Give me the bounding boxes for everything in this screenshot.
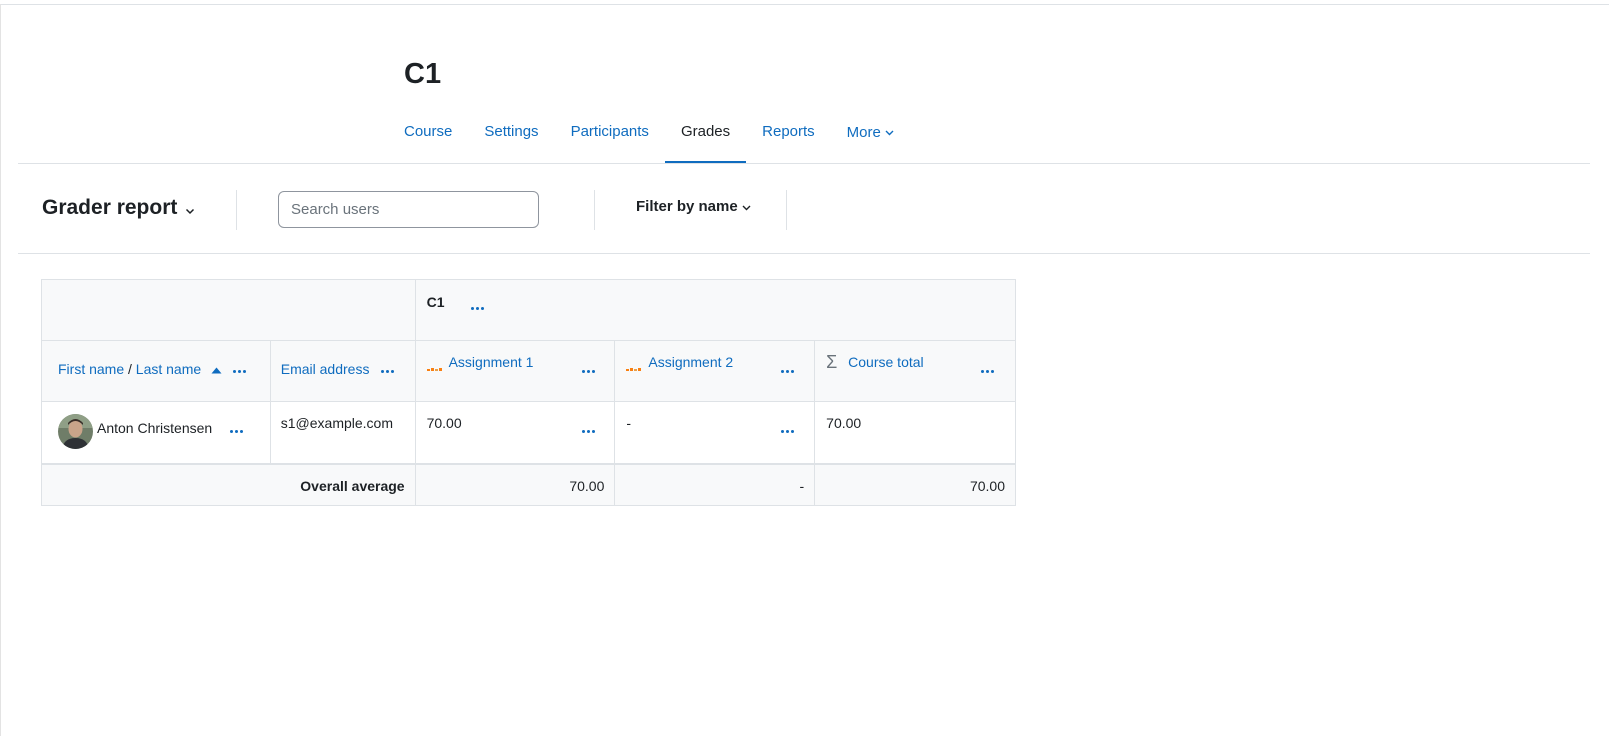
email-header-cell: Email address <box>269 340 416 402</box>
email-column-actions-menu[interactable] <box>380 370 394 373</box>
page-title: C1 <box>404 58 442 90</box>
assignment2-link[interactable]: Assignment 2 <box>648 354 733 370</box>
assignment1-actions-menu[interactable] <box>581 370 595 373</box>
name-column-actions-menu[interactable] <box>233 370 246 373</box>
grade-actions-menu[interactable] <box>581 430 595 433</box>
tertiary-navigation: Grader report Filter by name <box>42 188 1590 248</box>
secondary-navigation: Course Settings Participants Grades Repo… <box>388 114 910 164</box>
assignment2-actions-menu[interactable] <box>781 370 795 373</box>
assignment2-header-cell: Assignment 2 <box>614 340 816 402</box>
sort-last-name-link[interactable]: Last name <box>136 361 201 377</box>
tab-settings[interactable]: Settings <box>468 114 554 164</box>
overall-average-label: Overall average <box>300 477 405 494</box>
email-column-link[interactable]: Email address <box>281 361 370 377</box>
overall-average-row: Overall average 70.00 - 70.00 <box>41 462 1016 506</box>
empty-header-cell <box>41 279 416 341</box>
category-header-cell: C1 <box>414 279 1017 341</box>
overall-average-label-cell: Overall average <box>41 462 416 506</box>
column-header-row: First name / Last name Email address Ass… <box>41 340 1016 402</box>
grade-value: 70.00 <box>426 415 462 431</box>
table-row: Anton Christensen s1@example.com 70.00 -… <box>41 401 1016 464</box>
course-total-header-cell: Σ Course total <box>814 340 1016 402</box>
assignment1-grade-cell[interactable]: 70.00 <box>414 401 616 464</box>
report-title: Grader report <box>42 196 178 219</box>
email-value: s1@example.com <box>280 415 394 431</box>
tertiary-divider <box>18 253 1590 254</box>
sort-first-name-link[interactable]: First name <box>58 361 124 377</box>
grader-table: C1 First name / Last name Email address … <box>41 279 1017 506</box>
search-users-input[interactable] <box>278 191 539 228</box>
assignment1-average-cell: 70.00 <box>414 462 616 506</box>
sort-ascending-icon <box>211 361 222 377</box>
divider <box>786 190 787 230</box>
tab-participants[interactable]: Participants <box>555 114 665 164</box>
name-header-cell: First name / Last name <box>41 340 271 402</box>
grade-value: 70.00 <box>826 415 862 431</box>
assignment1-header-cell: Assignment 1 <box>414 340 616 402</box>
assignment2-grade-cell[interactable]: - <box>614 401 816 464</box>
assignment-icon <box>426 360 443 371</box>
grade-actions-menu[interactable] <box>781 430 795 433</box>
grade-value: - <box>626 415 632 431</box>
category-label: C1 <box>426 294 445 310</box>
course-total-grade-cell: 70.00 <box>814 401 1016 464</box>
divider <box>594 190 595 230</box>
assignment-icon <box>626 360 642 371</box>
tab-reports[interactable]: Reports <box>746 114 831 164</box>
left-border <box>0 4 1 736</box>
divider <box>236 190 237 230</box>
chevron-down-icon <box>185 202 195 219</box>
category-actions-menu[interactable] <box>470 307 484 310</box>
average-value: 70.00 <box>569 477 605 494</box>
user-profile-link[interactable]: Anton Christensen <box>97 420 212 436</box>
email-cell: s1@example.com <box>269 401 416 464</box>
assignment2-average-cell: - <box>614 462 816 506</box>
average-value: - <box>799 477 805 494</box>
category-header-row: C1 <box>41 279 1017 341</box>
course-total-link[interactable]: Course total <box>848 354 923 370</box>
course-total-actions-menu[interactable] <box>981 370 995 373</box>
sigma-icon: Σ <box>826 352 838 372</box>
course-total-average-cell: 70.00 <box>814 462 1016 506</box>
tab-course[interactable]: Course <box>388 114 468 164</box>
nav-divider <box>18 163 1590 164</box>
filter-by-name-button[interactable]: Filter by name <box>636 198 751 215</box>
report-selector[interactable]: Grader report <box>42 194 195 222</box>
tab-more[interactable]: More <box>831 114 910 164</box>
chevron-down-icon <box>742 198 751 215</box>
assignment1-link[interactable]: Assignment 1 <box>449 354 534 370</box>
avatar[interactable] <box>58 414 93 449</box>
user-name-cell: Anton Christensen <box>41 401 271 464</box>
chevron-down-icon <box>885 114 894 150</box>
tab-grades[interactable]: Grades <box>664 114 747 164</box>
user-actions-menu[interactable] <box>230 430 243 433</box>
average-value: 70.00 <box>969 477 1005 494</box>
top-border <box>0 4 1609 5</box>
